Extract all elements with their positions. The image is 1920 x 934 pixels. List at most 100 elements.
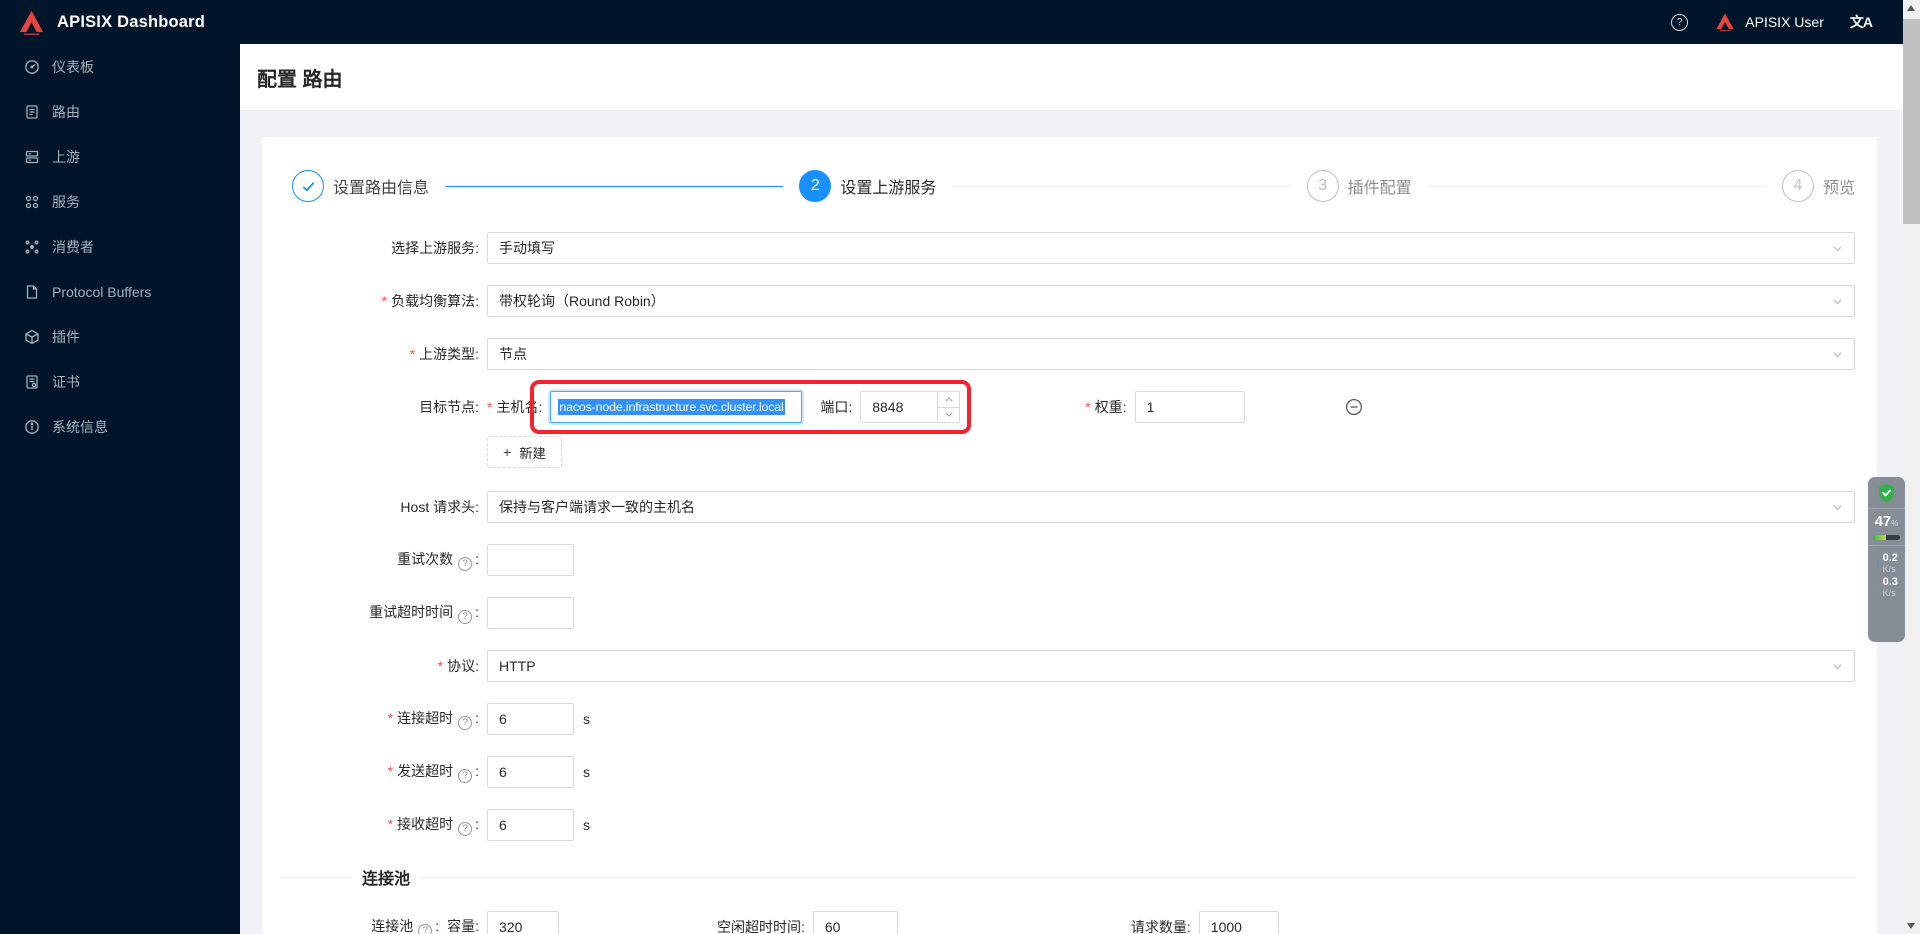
step-number: 4 bbox=[1781, 170, 1814, 202]
idle-timeout-input[interactable]: 60 bbox=[812, 911, 898, 934]
page-title: 配置 路由 bbox=[257, 68, 343, 91]
chevron-down-icon bbox=[1833, 352, 1842, 358]
help-icon[interactable]: ? bbox=[458, 768, 473, 783]
weight-input[interactable]: 1 bbox=[1134, 391, 1245, 423]
field-label: Host 请求头: bbox=[280, 497, 479, 517]
sidebar-item-services[interactable]: 服务 bbox=[0, 179, 240, 224]
label-colon: : bbox=[1186, 919, 1191, 934]
user-menu[interactable]: APISIX User bbox=[1714, 11, 1824, 33]
sidebar-item-label: 证书 bbox=[52, 373, 80, 390]
label-text: 重试次数 bbox=[397, 551, 454, 568]
send-timeout-input[interactable]: 6 bbox=[487, 756, 574, 788]
field-label: * 连接超时?: bbox=[280, 708, 479, 730]
label-text: Host 请求头 bbox=[400, 499, 476, 515]
help-icon[interactable]: ? bbox=[458, 556, 473, 571]
port-value: 8848 bbox=[872, 399, 904, 415]
divider-title: 连接池 bbox=[362, 871, 411, 888]
sidebar-item-upstream[interactable]: 上游 bbox=[0, 134, 240, 179]
help-icon[interactable]: ? bbox=[458, 821, 473, 836]
check-icon bbox=[302, 181, 314, 191]
remove-node-icon[interactable] bbox=[1345, 398, 1363, 416]
host-header-select[interactable]: 保持与客户端请求一致的主机名 bbox=[487, 491, 1855, 523]
field-label: 连接池?: 容量: bbox=[280, 916, 479, 934]
label-colon: : bbox=[475, 918, 479, 934]
form-row-send-timeout: * 发送超时?: 6 s bbox=[280, 756, 1855, 788]
capacity-input[interactable]: 320 bbox=[487, 911, 559, 934]
upload-speed: ↑ 0.2 K/s bbox=[1875, 553, 1898, 575]
field-label: * 发送超时?: bbox=[280, 761, 479, 783]
form-row-upstream-select: 选择上游服务: 手动填写 bbox=[280, 232, 1855, 264]
brand[interactable]: APISIX Dashboard bbox=[0, 9, 240, 36]
download-speed: ↓ 0.3 K/s bbox=[1875, 577, 1898, 599]
sidebar-item-plugins[interactable]: 插件 bbox=[0, 314, 240, 359]
step-number: 2 bbox=[799, 170, 832, 202]
stepper: 设置路由信息 2 设置上游服务 3 插件配置 4 预览 bbox=[292, 170, 1855, 202]
sidebar-item-system-info[interactable]: 系统信息 bbox=[0, 404, 240, 449]
add-node-button[interactable]: + 新建 bbox=[487, 436, 562, 468]
scroll-down-icon[interactable] bbox=[1907, 923, 1915, 929]
select-value: 保持与客户端请求一致的主机名 bbox=[499, 499, 695, 515]
translate-icon[interactable]: 文A bbox=[1850, 12, 1873, 32]
connect-timeout-input[interactable]: 6 bbox=[487, 703, 574, 735]
input-value: 320 bbox=[499, 919, 523, 934]
network-monitor-widget[interactable]: 47% ↑ 0.2 K/s ↓ 0.3 K/s bbox=[1868, 477, 1905, 642]
step-preview[interactable]: 4 预览 bbox=[1781, 170, 1855, 202]
select-value: 带权轮询（Round Robin） bbox=[499, 293, 665, 309]
sidebar-item-label: 插件 bbox=[52, 328, 80, 345]
sidebar-item-label: 路由 bbox=[52, 103, 80, 120]
select-value: 手动填写 bbox=[499, 240, 555, 256]
step-title: 插件配置 bbox=[1347, 180, 1412, 197]
download-unit: K/s bbox=[1882, 588, 1896, 598]
requests-group: 请求数量: 1000 bbox=[1131, 911, 1279, 934]
field-label: * 上游类型: bbox=[280, 344, 479, 364]
scroll-up-icon[interactable] bbox=[1907, 5, 1915, 11]
form-card: 设置路由信息 2 设置上游服务 3 插件配置 4 预览 选择上游服务: 手动填写… bbox=[262, 137, 1877, 934]
input-value: 6 bbox=[499, 817, 507, 833]
label-colon: : bbox=[435, 918, 440, 934]
label-colon: : bbox=[475, 240, 479, 256]
upload-arrow-icon: ↑ bbox=[1875, 558, 1881, 570]
spinner-down-icon[interactable] bbox=[938, 408, 959, 423]
sidebar-item-routes[interactable]: 路由 bbox=[0, 89, 240, 134]
retries-input[interactable] bbox=[487, 544, 574, 576]
unit-label: s bbox=[583, 817, 590, 833]
percent-unit: % bbox=[1891, 519, 1899, 528]
sidebar-item-ssl[interactable]: 证书 bbox=[0, 359, 240, 404]
upstream-type-select[interactable]: 节点 bbox=[487, 338, 1855, 370]
retry-timeout-input[interactable] bbox=[487, 597, 574, 629]
help-icon[interactable]: ? bbox=[458, 715, 473, 730]
step-route-info[interactable]: 设置路由信息 bbox=[292, 170, 429, 202]
help-icon[interactable]: ? bbox=[418, 923, 433, 934]
chevron-down-icon bbox=[1833, 299, 1842, 305]
plus-icon: + bbox=[503, 444, 512, 460]
required-mark: * bbox=[387, 816, 394, 833]
unit-label: s bbox=[583, 764, 590, 780]
step-title: 预览 bbox=[1822, 180, 1855, 197]
sidebar-item-dashboard[interactable]: 仪表板 bbox=[0, 44, 240, 89]
input-value: 60 bbox=[824, 919, 841, 934]
sidebar-item-consumers[interactable]: 消费者 bbox=[0, 224, 240, 269]
spinner-up-icon[interactable] bbox=[938, 392, 960, 408]
port-input[interactable]: 8848 bbox=[860, 391, 961, 423]
select-value: 节点 bbox=[499, 346, 527, 362]
balancer-select[interactable]: 带权轮询（Round Robin） bbox=[487, 285, 1855, 317]
help-icon[interactable]: ? bbox=[1671, 13, 1689, 31]
hostname-input[interactable]: nacos-node.infrastructure.svc.cluster.lo… bbox=[550, 391, 803, 423]
label-text: 上游类型 bbox=[419, 346, 476, 362]
field-label: 目标节点: bbox=[280, 397, 479, 417]
step-upstream[interactable]: 2 设置上游服务 bbox=[799, 170, 936, 202]
label-colon: : bbox=[475, 499, 479, 515]
form-row-upstream-type: * 上游类型: 节点 bbox=[280, 338, 1855, 370]
sidebar-item-protocol-buffers[interactable]: Protocol Buffers bbox=[0, 269, 240, 314]
proto-file-icon bbox=[26, 284, 38, 299]
help-icon[interactable]: ? bbox=[458, 609, 473, 624]
port-label: 端口: bbox=[820, 397, 852, 417]
scheme-select[interactable]: HTTP bbox=[487, 650, 1855, 682]
step-plugins[interactable]: 3 插件配置 bbox=[1306, 170, 1412, 202]
upstream-select[interactable]: 手动填写 bbox=[487, 232, 1855, 264]
content: 设置路由信息 2 设置上游服务 3 插件配置 4 预览 选择上游服务: 手动填写… bbox=[240, 110, 1920, 934]
vertical-scrollbar[interactable] bbox=[1903, 0, 1920, 934]
read-timeout-input[interactable]: 6 bbox=[487, 809, 574, 841]
requests-input[interactable]: 1000 bbox=[1198, 911, 1279, 934]
scrollbar-thumb[interactable] bbox=[1903, 19, 1920, 224]
